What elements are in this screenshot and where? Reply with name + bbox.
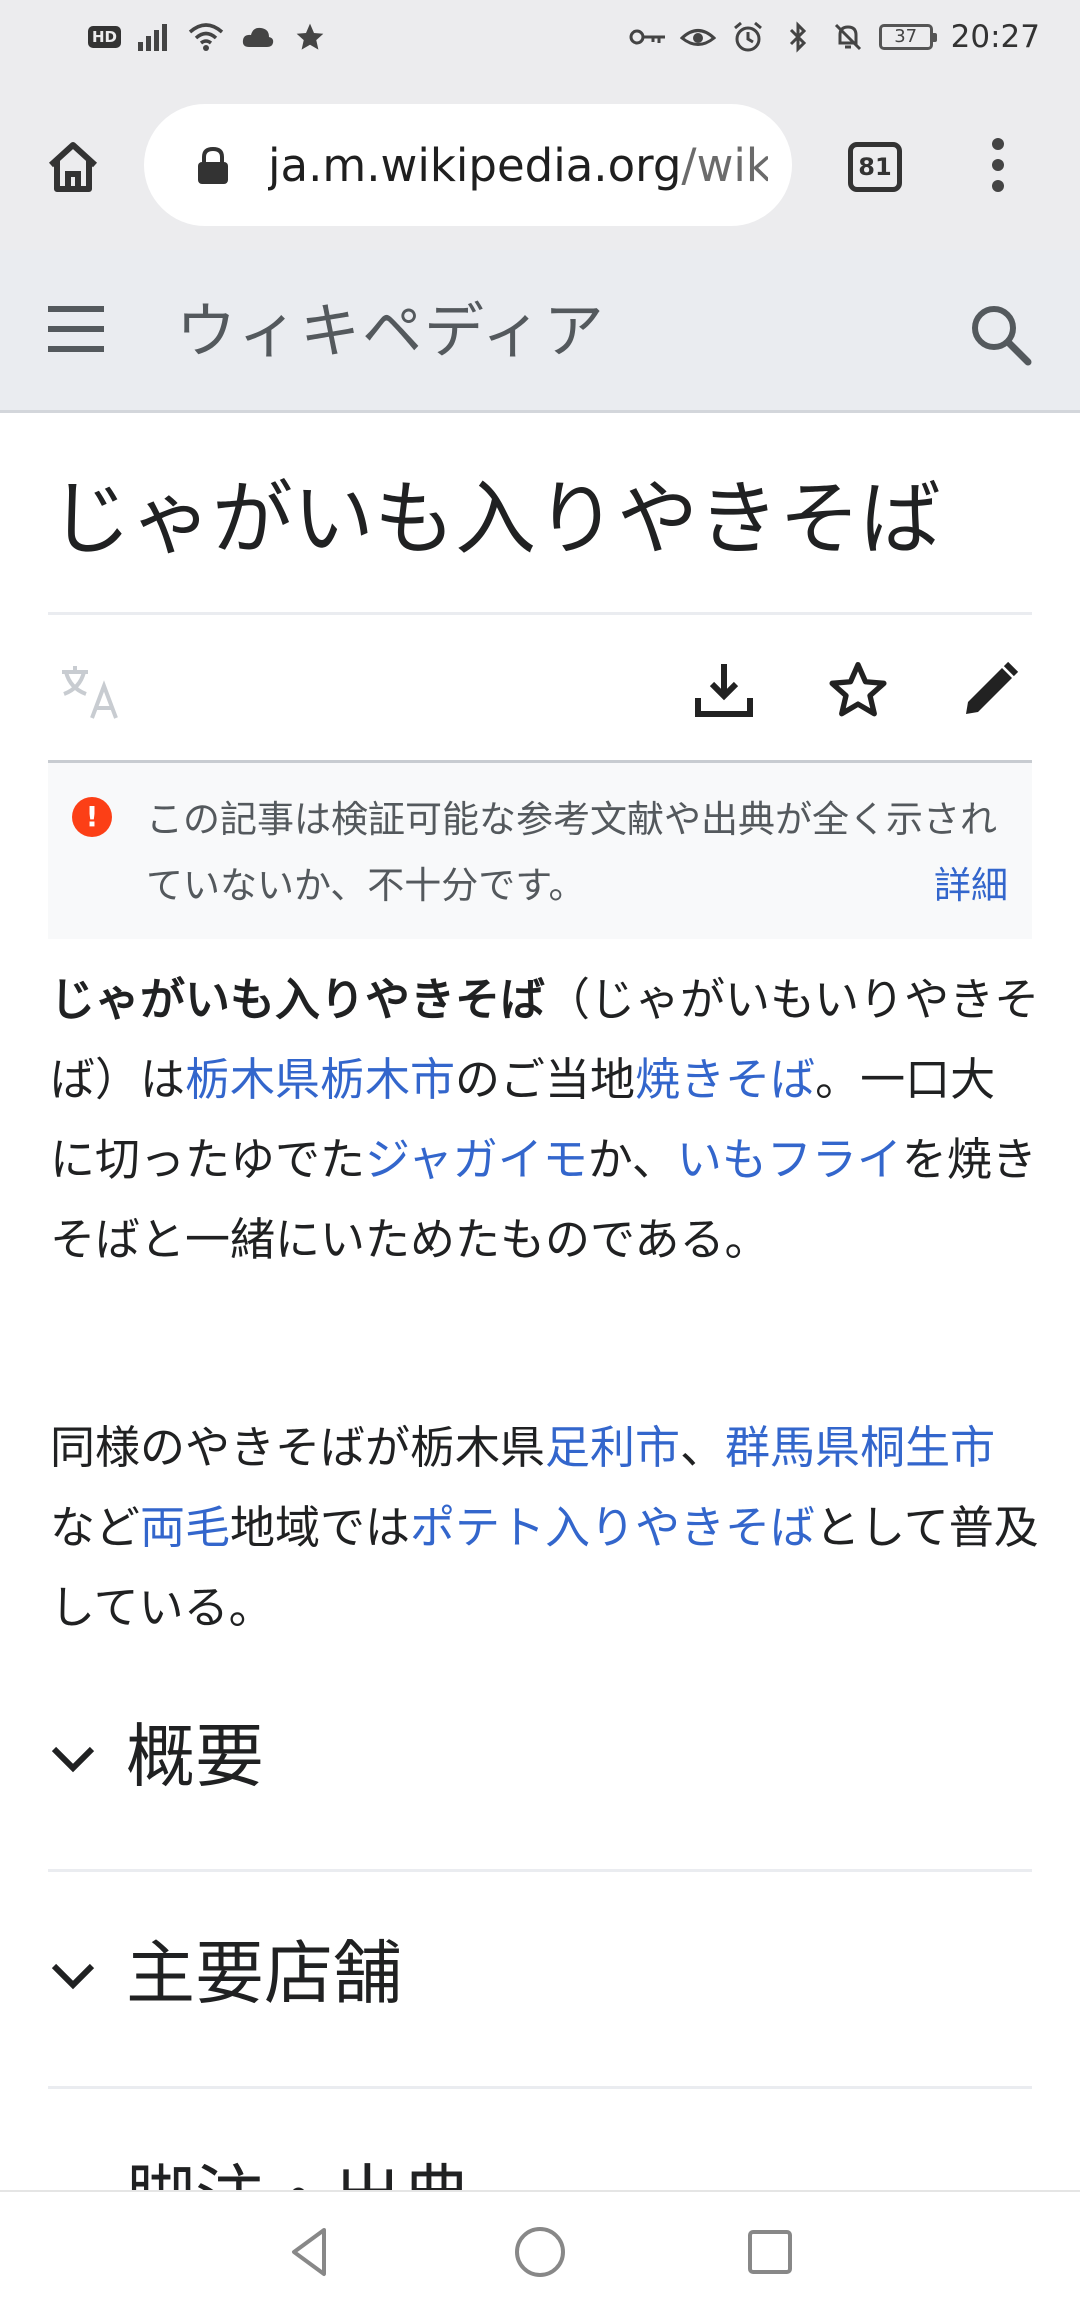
back-button[interactable]	[280, 2222, 340, 2282]
home-nav-button[interactable]	[510, 2222, 570, 2282]
language-icon	[62, 666, 118, 719]
alert-icon: !	[72, 797, 112, 837]
wiki-header: ウィキペディア	[0, 250, 1080, 413]
system-nav-bar	[0, 2190, 1080, 2314]
title-divider	[48, 612, 1032, 615]
chevron-down-icon	[51, 1746, 95, 1773]
hamburger-line	[48, 326, 104, 332]
browser-menu-button[interactable]	[978, 138, 1018, 198]
mute-icon	[829, 18, 867, 56]
key-icon	[629, 18, 667, 56]
download-icon	[695, 664, 753, 717]
home-icon	[48, 142, 98, 192]
lock-icon	[198, 146, 228, 184]
back-triangle-icon	[292, 2228, 326, 2276]
text: 地域では	[230, 1501, 411, 1554]
wifi-icon	[187, 18, 225, 56]
link-imo-fry[interactable]: いもフライ	[677, 1133, 902, 1186]
section-title: 主要店舗	[126, 1934, 402, 2014]
wiki-logo[interactable]: ウィキペディア	[176, 292, 606, 372]
section-title: 概要	[126, 1717, 264, 1797]
hamburger-line	[48, 346, 104, 352]
alarm-icon	[729, 18, 767, 56]
recents-button[interactable]	[740, 2222, 800, 2282]
dot-icon	[992, 159, 1004, 171]
search-icon	[972, 306, 1032, 366]
hamburger-icon	[48, 306, 104, 312]
status-bar: HD 37 20:27	[0, 0, 1080, 80]
address-bar[interactable]: ja.m.wikipedia.org/wiki	[144, 104, 792, 226]
text: 同様のやきそばが栃木県	[50, 1421, 546, 1474]
link-ashikaga[interactable]: 足利市	[545, 1421, 680, 1474]
star-icon	[291, 18, 329, 56]
issues-notice[interactable]: ! この記事は検証可能な参考文献や出典が全く示されていないか、不十分です。 詳細	[48, 763, 1032, 939]
home-button[interactable]	[40, 134, 106, 200]
cloud-icon	[239, 18, 277, 56]
hd-badge: HD	[88, 26, 122, 48]
notice-text: この記事は検証可能な参考文献や出典が全く示されていないか、不十分です。	[146, 798, 997, 907]
link-tochigi-city[interactable]: 栃木市	[320, 1053, 455, 1106]
main-menu-button[interactable]	[48, 306, 108, 354]
link-tochigi-prefecture[interactable]: 栃木県	[185, 1053, 320, 1106]
recents-square-icon	[748, 2230, 792, 2274]
bluetooth-icon	[779, 18, 817, 56]
intro-paragraph: じゃがいも入りやきそば（じゃがいもいりやきそば）は栃木県栃木市のご当地焼きそば。…	[50, 960, 1040, 1280]
section-references-title[interactable]: 脚注・出典	[126, 2148, 471, 2190]
battery-icon: 37	[878, 24, 937, 50]
text: など	[50, 1501, 141, 1554]
edit-button[interactable]	[958, 658, 1022, 722]
star-outline-icon	[829, 662, 887, 717]
link-ryomo[interactable]: 両毛	[140, 1501, 230, 1554]
second-paragraph: 同様のやきそばが栃木県足利市、群馬県桐生市など両毛地域ではポテト入りやきそばとし…	[50, 1408, 1040, 1648]
text: のご当地	[455, 1053, 636, 1106]
download-button[interactable]	[692, 658, 756, 722]
browser-toolbar: ja.m.wikipedia.org/wiki 81	[0, 80, 1080, 250]
clock: 20:27	[950, 19, 1040, 55]
page-title: じゃがいも入りやきそば	[50, 473, 942, 567]
status-left-icons: HD	[88, 18, 329, 56]
link-potato-yakisoba[interactable]: ポテト入りやきそば	[410, 1501, 815, 1554]
pencil-icon	[966, 661, 1019, 714]
text: か、	[587, 1133, 677, 1186]
eye-icon	[679, 18, 717, 56]
dot-icon	[992, 138, 1004, 150]
link-gunma[interactable]: 群馬県	[725, 1421, 860, 1474]
status-right-icons: 37 20:27	[629, 18, 1040, 56]
section-overview[interactable]: 概要	[48, 1655, 1032, 1872]
tab-switcher-button[interactable]: 81	[848, 142, 902, 192]
url-text[interactable]: ja.m.wikipedia.org/wiki	[268, 138, 768, 194]
bold-term: じゃがいも入りやきそば	[50, 973, 546, 1026]
watch-button[interactable]	[826, 658, 890, 722]
url-path: /wiki	[681, 139, 768, 192]
link-yakisoba[interactable]: 焼きそば	[635, 1053, 815, 1106]
notice-details-link[interactable]: 詳細	[934, 853, 1008, 919]
page-actions	[48, 620, 1032, 760]
signal-icon	[135, 18, 173, 56]
section-main-stores[interactable]: 主要店舗	[48, 1872, 1032, 2089]
home-circle-icon	[515, 2227, 565, 2277]
wiki-search-button[interactable]	[966, 300, 1036, 370]
link-potato[interactable]: ジャガイモ	[365, 1133, 588, 1186]
url-host: ja.m.wikipedia.org	[268, 139, 682, 192]
chevron-down-icon	[51, 1963, 95, 1990]
language-button[interactable]	[58, 662, 122, 722]
dot-icon	[992, 180, 1004, 192]
link-kiryu[interactable]: 桐生市	[860, 1421, 995, 1474]
text: 、	[680, 1421, 726, 1474]
